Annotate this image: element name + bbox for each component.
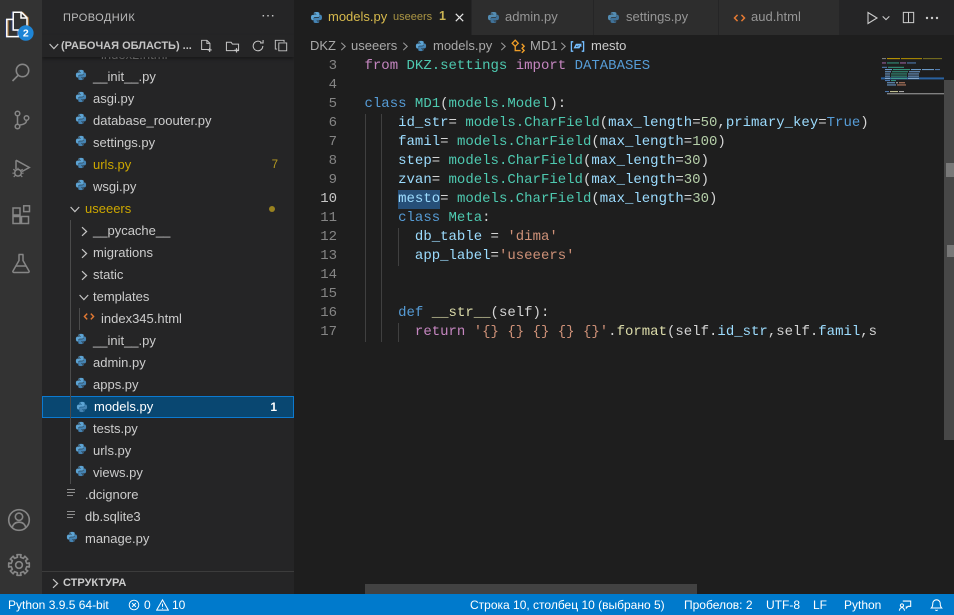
svg-text:2: 2: [23, 28, 29, 40]
